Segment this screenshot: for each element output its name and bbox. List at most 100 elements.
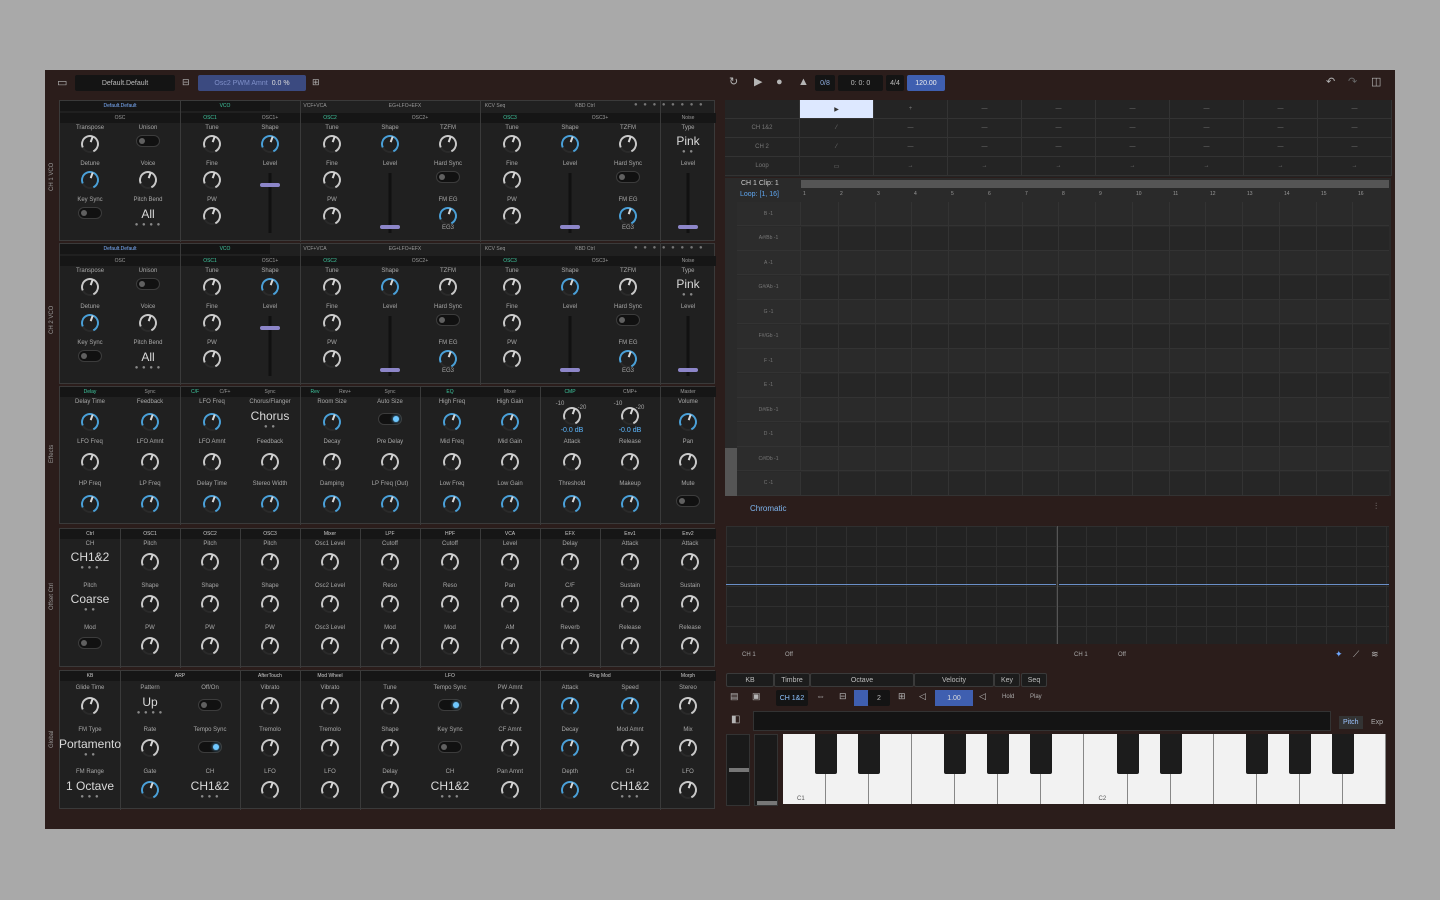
subtab-noise[interactable]: Noise <box>660 256 716 266</box>
tab-eg-lfo-efx[interactable]: EG+LFO+EFX <box>360 244 450 254</box>
lowgain-knob[interactable] <box>498 492 522 516</box>
offset-pitch-knob[interactable] <box>198 550 222 574</box>
fx-tab-cf[interactable]: C/F <box>180 387 210 397</box>
volume-knob[interactable] <box>676 410 700 434</box>
fx-tab-sync[interactable]: Sync <box>120 387 180 397</box>
note-key-label[interactable]: D#/Eb -1 <box>737 398 801 422</box>
osc3-level-fader-handle[interactable] <box>560 368 580 372</box>
lines-icon[interactable]: ≋ <box>1371 650 1379 659</box>
subtab-osc2[interactable]: OSC2 <box>300 256 360 266</box>
offset-reso-knob[interactable] <box>378 592 402 616</box>
global-col-morph[interactable]: Morph <box>660 671 716 681</box>
clip-slot[interactable]: — <box>1170 138 1244 157</box>
subtab-osc2[interactable]: OSC2 <box>300 113 360 123</box>
decay-knob[interactable] <box>320 450 344 474</box>
offset-delay-knob[interactable] <box>558 550 582 574</box>
offset-channel-value[interactable]: CH1&2 <box>71 550 110 564</box>
graph-icon[interactable]: ⟋ <box>1353 650 1359 659</box>
lowfreq-knob[interactable] <box>440 492 464 516</box>
subtab-noise[interactable]: Noise <box>660 113 716 123</box>
ringmod-depth-knob[interactable] <box>558 778 582 802</box>
fx-tab-sync[interactable]: Sync <box>240 387 300 397</box>
offset-level-knob[interactable] <box>498 550 522 574</box>
subtab-osc1p[interactable]: OSC1+ <box>240 113 300 123</box>
global-col-kb[interactable]: KB <box>60 671 120 681</box>
osc3-tzfm-knob[interactable] <box>616 275 640 299</box>
lpfreq-knob[interactable] <box>138 492 162 516</box>
black-key[interactable] <box>944 734 967 774</box>
detune-knob[interactable] <box>78 168 102 192</box>
noise-level-fader[interactable] <box>686 173 690 233</box>
ringmod-decay-knob[interactable] <box>558 736 582 760</box>
unison-toggle[interactable] <box>136 278 160 290</box>
offset-col-osc1[interactable]: OSC1 <box>120 529 180 539</box>
offset-reso-knob[interactable] <box>438 592 462 616</box>
clip-slot[interactable]: — <box>1244 119 1318 138</box>
feedback-knob[interactable] <box>258 450 282 474</box>
predelay-knob[interactable] <box>378 450 402 474</box>
lfo-tune-knob[interactable] <box>378 694 402 718</box>
arp-pattern-value[interactable]: Up <box>142 695 157 709</box>
lfo-delay-knob[interactable] <box>378 778 402 802</box>
clip-slot[interactable]: — <box>1022 119 1096 138</box>
lfo-panamnt-knob[interactable] <box>498 778 522 802</box>
tab-kcv-seq[interactable]: KCV Seq <box>450 101 540 111</box>
morph-mix-knob[interactable] <box>676 736 700 760</box>
keysync-toggle[interactable] <box>78 350 102 362</box>
offset-pw-knob[interactable] <box>198 634 222 658</box>
offset-pan-knob[interactable] <box>498 592 522 616</box>
osc2-pw-knob[interactable] <box>320 347 344 371</box>
fx-tab-delay[interactable]: Delay <box>60 387 120 397</box>
offset-pitch-knob[interactable] <box>138 550 162 574</box>
offset-col-vca[interactable]: VCA <box>480 529 540 539</box>
undo-icon[interactable]: ↶ <box>1326 77 1335 88</box>
octave-value[interactable]: 2 <box>868 690 890 706</box>
lfoamnt-knob[interactable] <box>200 450 224 474</box>
black-key[interactable] <box>987 734 1010 774</box>
preset-tab[interactable]: Default.Default <box>60 244 180 254</box>
osc3-fine-knob[interactable] <box>500 311 524 335</box>
osc3-tzfm-knob[interactable] <box>616 132 640 156</box>
offset-pitch-knob[interactable] <box>258 550 282 574</box>
preset-tab[interactable]: Default.Default <box>60 101 180 111</box>
osc3-fine-knob[interactable] <box>500 168 524 192</box>
offset-sustain-knob[interactable] <box>678 592 702 616</box>
subtab-osc1[interactable]: OSC1 <box>180 256 240 266</box>
global-col-aftertouch[interactable]: AfterTouch <box>240 671 300 681</box>
osc3-pw-knob[interactable] <box>500 347 524 371</box>
kb-tab-seq[interactable]: Seq <box>1021 673 1047 687</box>
track-header[interactable]: Loop <box>725 157 800 176</box>
loop-slot[interactable]: → <box>1022 157 1096 176</box>
aftertouch-lfo_l-knob[interactable] <box>258 778 282 802</box>
morph-stereo-knob[interactable] <box>676 694 700 718</box>
osc3-level-fader[interactable] <box>568 173 572 233</box>
loop-slot[interactable]: ▭ <box>800 157 874 176</box>
osc2-tune-knob[interactable] <box>320 132 344 156</box>
note-key-label[interactable]: C#/Db -1 <box>737 447 801 471</box>
offset-osc3level-knob[interactable] <box>318 634 342 658</box>
noise-level-fader[interactable] <box>686 316 690 376</box>
lane1-mode[interactable]: Off <box>785 652 793 658</box>
osc2-shape-knob[interactable] <box>378 132 402 156</box>
offset-mod-knob[interactable] <box>378 634 402 658</box>
transpose-knob[interactable] <box>78 275 102 299</box>
pan-knob[interactable] <box>676 450 700 474</box>
osc2-tzfm-knob[interactable] <box>436 275 460 299</box>
osc1-shape-knob[interactable] <box>258 132 282 156</box>
osc2-fine-knob[interactable] <box>320 311 344 335</box>
arp-gate-knob[interactable] <box>138 778 162 802</box>
octave-up-icon[interactable]: ⊞ <box>898 692 906 701</box>
osc1-level-fader[interactable] <box>268 316 272 376</box>
black-key[interactable] <box>1116 734 1139 774</box>
black-key[interactable] <box>858 734 881 774</box>
subtab-osc[interactable]: OSC <box>60 113 180 123</box>
offset-attack-knob[interactable] <box>678 550 702 574</box>
clip-slot[interactable]: — <box>1244 138 1318 157</box>
timeline-bar[interactable] <box>801 180 1389 188</box>
lane1-channel[interactable]: CH 1 <box>742 652 756 658</box>
noise-level-fader-handle[interactable] <box>678 368 698 372</box>
fx-tab-cfp[interactable]: C/F+ <box>210 387 240 397</box>
waveform-icon[interactable]: ✦ <box>1335 650 1343 659</box>
mod-wheel[interactable] <box>754 734 778 806</box>
pitch-wheel[interactable] <box>726 734 750 806</box>
